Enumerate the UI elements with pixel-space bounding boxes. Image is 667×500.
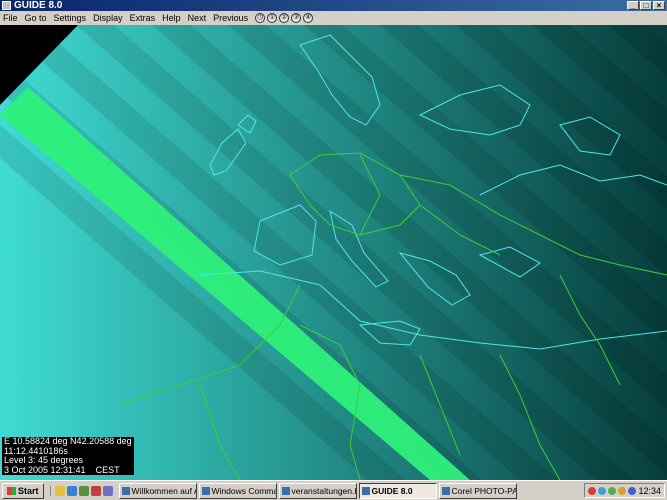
menu-help[interactable]: Help (162, 13, 181, 23)
menu-previous[interactable]: Previous (213, 13, 248, 23)
earth-disc (0, 25, 667, 480)
taskbar: Start Willkommen auf A... Windows Comma.… (0, 480, 667, 500)
timezone-text: CEST (95, 464, 120, 475)
task-willkommen[interactable]: Willkommen auf A... (118, 482, 197, 499)
task-guide[interactable]: GUIDE 8.0 (358, 482, 437, 499)
level-4-icon[interactable]: ④ (303, 13, 314, 23)
app-icon (2, 1, 11, 10)
quick-launch (49, 485, 113, 496)
tray-icon-3[interactable] (608, 486, 617, 495)
task-corel-photo-paint[interactable]: Corel PHOTO-PAI... (438, 482, 517, 499)
media-icon[interactable] (90, 485, 101, 496)
date-text: 3 Oct 2005 12:31:41 CEST (2, 464, 134, 476)
start-label: Start (18, 485, 39, 496)
mail-icon[interactable] (102, 485, 113, 496)
menu-settings[interactable]: Settings (54, 13, 87, 23)
level-2-icon[interactable]: ② (279, 13, 290, 23)
task-windows-commander[interactable]: Windows Comma... (198, 482, 277, 499)
clock: 12:34 (638, 485, 661, 496)
speaker-icon[interactable] (628, 486, 637, 495)
window-title: GUIDE 8.0 (14, 0, 63, 11)
title-bar: GUIDE 8.0 _ □ × (0, 0, 667, 11)
explorer-icon[interactable] (78, 485, 89, 496)
status-readout: E 10.58824 deg N42.20588 deg 11:12.44101… (2, 436, 134, 476)
system-tray: 12:34 (584, 483, 665, 498)
task-veranstaltungen[interactable]: veranstaltungen.h... (278, 482, 357, 499)
level-3-icon[interactable]: ③ (291, 13, 302, 23)
eclipse-map[interactable] (0, 25, 667, 480)
level-1-icon[interactable]: ① (267, 13, 278, 23)
menu-bar: File Go to Settings Display Extras Help … (0, 11, 667, 25)
windows-logo-icon (7, 486, 16, 495)
browser-icon[interactable] (66, 485, 77, 496)
tray-icon-2[interactable] (598, 486, 607, 495)
start-button[interactable]: Start (2, 482, 44, 499)
clock-icon[interactable]: ◷ (255, 13, 266, 23)
minimize-button[interactable]: _ (627, 1, 639, 10)
menu-file[interactable]: File (3, 13, 18, 23)
menu-goto[interactable]: Go to (25, 13, 47, 23)
maximize-button[interactable]: □ (640, 1, 652, 10)
desktop-icon[interactable] (54, 485, 65, 496)
menu-next[interactable]: Next (188, 13, 207, 23)
tray-icon-4[interactable] (618, 486, 627, 495)
menu-extras[interactable]: Extras (130, 13, 156, 23)
tray-icon-1[interactable] (588, 486, 597, 495)
menu-display[interactable]: Display (93, 13, 123, 23)
close-button[interactable]: × (653, 1, 665, 10)
date-value: 3 Oct 2005 12:31:41 (4, 464, 86, 475)
